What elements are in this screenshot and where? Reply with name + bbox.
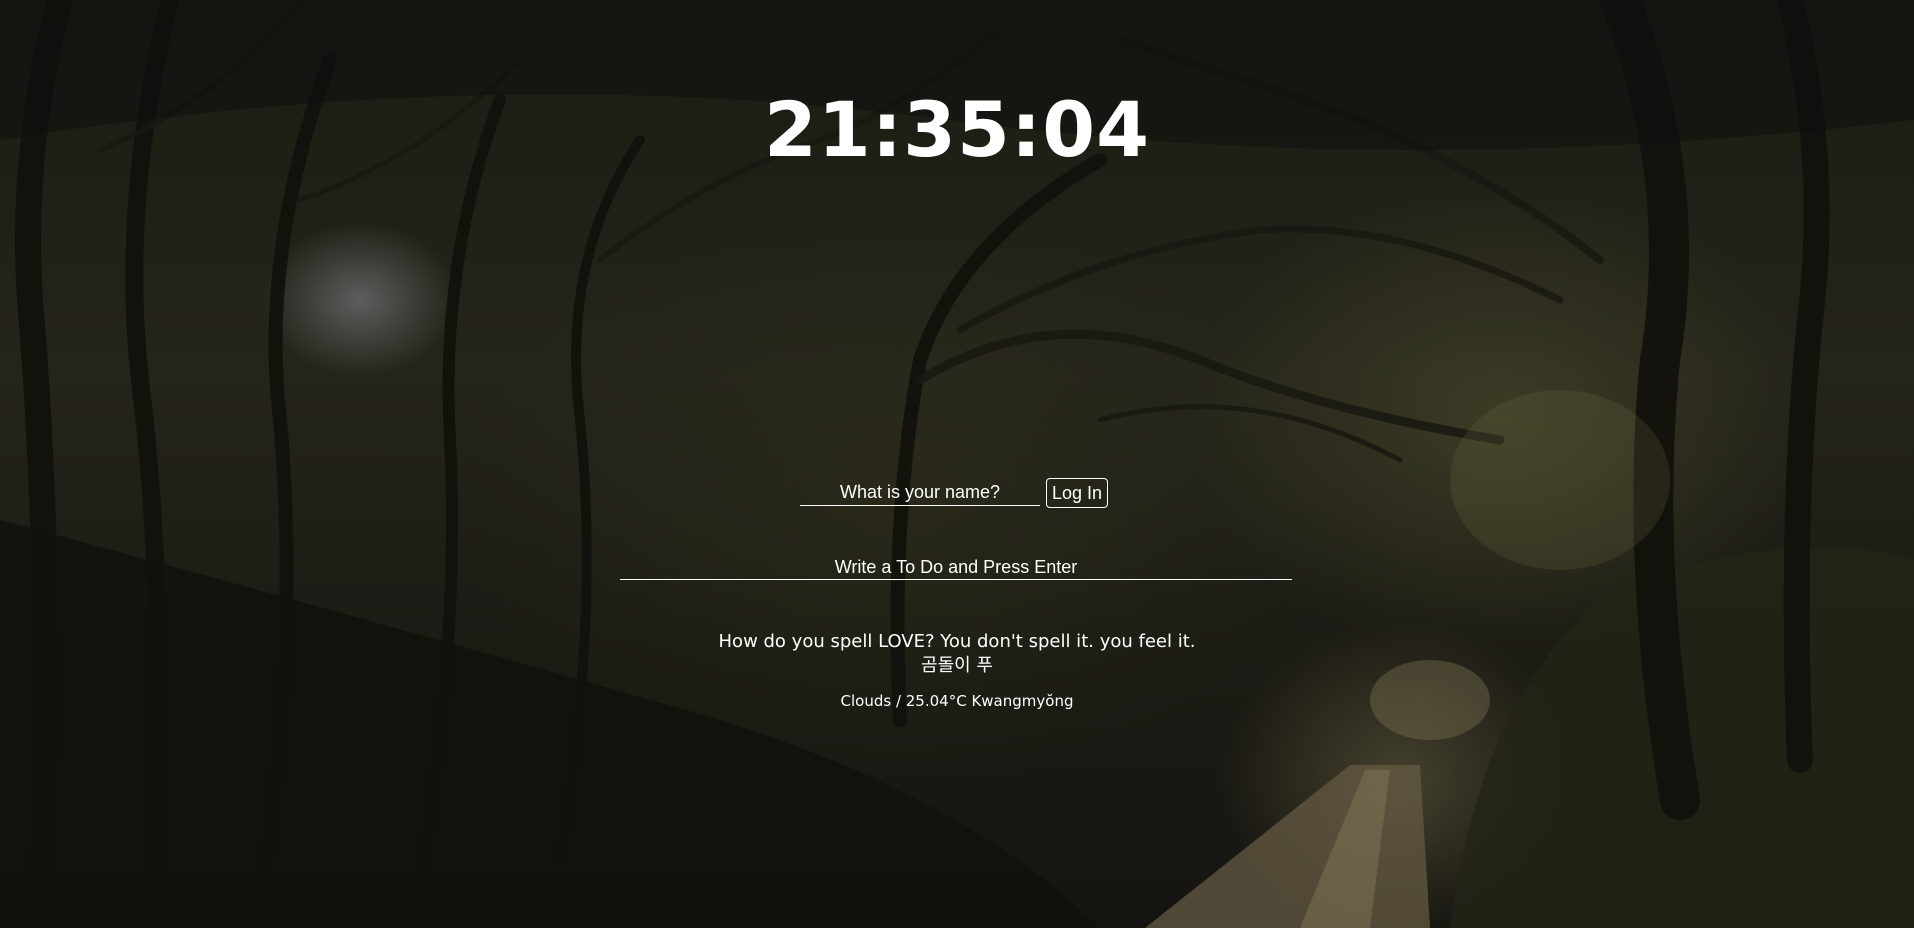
quote-author: 곰돌이 푸 (921, 655, 993, 676)
quote-text: How do you spell LOVE? You don't spell i… (718, 631, 1196, 652)
clock: 21:35:04 (763, 85, 1151, 174)
login-form: Log In (800, 478, 1109, 508)
quote: How do you spell LOVE? You don't spell i… (0, 630, 1914, 678)
log-in-button[interactable]: Log In (1046, 478, 1109, 508)
todo-input[interactable] (620, 555, 1292, 580)
momentum-app: 21:35:04 Log In How do you spell LOVE? Y… (0, 0, 1914, 928)
name-input[interactable] (800, 480, 1040, 506)
weather-info: Clouds / 25.04°C Kwangmyŏng (840, 692, 1074, 710)
